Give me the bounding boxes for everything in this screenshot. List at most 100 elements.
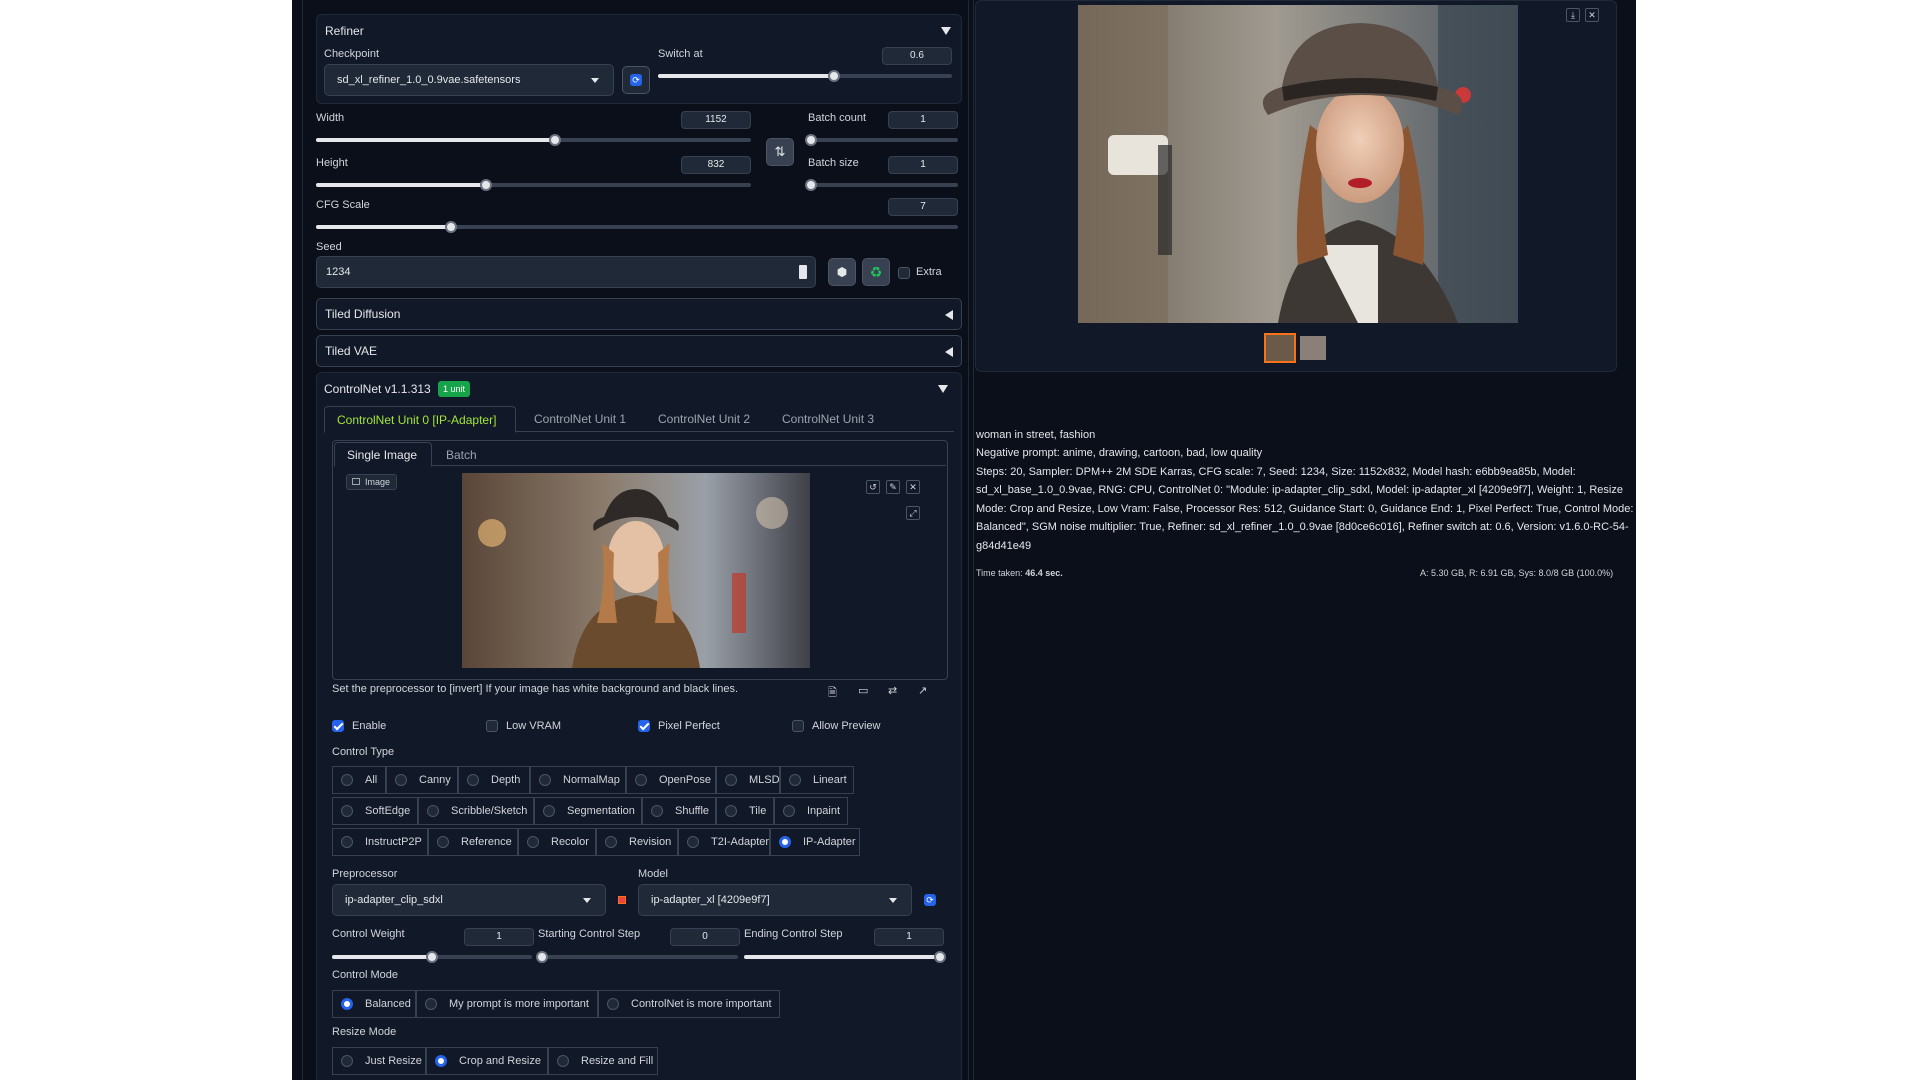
control-type-label: Control Type	[332, 746, 395, 758]
control-mode-group: Balanced My prompt is more important Con…	[332, 990, 780, 1018]
slider-handle[interactable]	[536, 951, 548, 963]
download-icon[interactable]: ⤓	[1566, 8, 1580, 22]
send-dimensions-icon[interactable]: ↗	[918, 684, 927, 697]
checkpoint-label: Checkpoint	[324, 48, 380, 60]
tab-single-image[interactable]: Single Image	[334, 442, 432, 467]
model-label: Model	[638, 868, 668, 880]
extra-seed-checkbox[interactable]	[898, 267, 910, 279]
control-type-inpaint[interactable]: Inpaint	[774, 797, 848, 825]
slider-handle[interactable]	[479, 179, 492, 191]
close-icon[interactable]: ✕	[906, 480, 920, 494]
random-seed-button[interactable]: ⬢	[828, 258, 856, 286]
pixel-perfect-checkbox[interactable]	[638, 720, 650, 732]
control-mode-label: Control Mode	[332, 969, 399, 981]
control-type-depth[interactable]: Depth	[458, 766, 530, 794]
width-input[interactable]: 1152	[681, 111, 751, 129]
slider-handle[interactable]	[805, 134, 817, 146]
slider-handle[interactable]	[426, 951, 438, 963]
control-type-shuffle[interactable]: Shuffle	[642, 797, 716, 825]
control-type-all[interactable]: All	[332, 766, 386, 794]
tiled-vae-accordion[interactable]: Tiled VAE	[316, 335, 962, 367]
control-type-tile[interactable]: Tile	[716, 797, 774, 825]
prompt-text: woman in street, fashion	[976, 429, 1096, 441]
low-vram-checkbox[interactable]	[486, 720, 498, 732]
slider-handle[interactable]	[934, 951, 946, 963]
ending-step-slider[interactable]	[744, 951, 946, 963]
control-type-ip-adapter[interactable]: IP-Adapter	[770, 828, 860, 856]
control-type-t2i-adapter[interactable]: T2I-Adapter	[678, 828, 770, 856]
resize-icon[interactable]: ⤢	[906, 506, 920, 520]
ending-step-input[interactable]: 1	[874, 928, 944, 946]
control-weight-input[interactable]: 1	[464, 928, 534, 946]
width-slider[interactable]	[316, 134, 751, 146]
starting-step-input[interactable]: 0	[670, 928, 740, 946]
seed-input[interactable]: 1234	[316, 256, 816, 288]
spinner-icon[interactable]	[799, 265, 807, 279]
reuse-seed-button[interactable]: ♻	[862, 258, 890, 286]
close-icon[interactable]: ✕	[1585, 8, 1599, 22]
run-preprocessor-icon[interactable]	[618, 896, 626, 904]
batch-size-slider[interactable]	[805, 179, 958, 191]
control-type-normalmap[interactable]: NormalMap	[530, 766, 626, 794]
control-type-mlsd[interactable]: MLSD	[716, 766, 780, 794]
collapse-triangle-icon[interactable]	[938, 385, 948, 393]
refiner-checkpoint-dropdown[interactable]: sd_xl_refiner_1.0_0.9vae.safetensors	[324, 64, 614, 96]
preprocessor-hint: Set the preprocessor to [invert] If your…	[332, 683, 738, 695]
control-type-recolor[interactable]: Recolor	[518, 828, 596, 856]
control-type-revision[interactable]: Revision	[596, 828, 678, 856]
camera-icon[interactable]: ▭	[858, 684, 868, 697]
preprocessor-dropdown[interactable]: ip-adapter_clip_sdxl	[332, 884, 606, 916]
tab-batch[interactable]: Batch	[446, 448, 477, 462]
batch-count-slider[interactable]	[805, 134, 958, 146]
batch-count-input[interactable]: 1	[888, 111, 958, 129]
resize-mode-crop[interactable]: Crop and Resize	[426, 1047, 548, 1075]
resize-mode-fill[interactable]: Resize and Fill	[548, 1047, 658, 1075]
height-input[interactable]: 832	[681, 156, 751, 174]
undo-icon[interactable]: ↺	[866, 480, 880, 494]
tiled-diffusion-accordion[interactable]: Tiled Diffusion	[316, 298, 962, 330]
height-slider[interactable]	[316, 179, 751, 191]
switch-at-input[interactable]: 0.6	[882, 47, 952, 65]
switch-at-slider[interactable]	[658, 70, 952, 82]
thumbnail[interactable]	[1300, 336, 1326, 360]
enable-checkbox[interactable]	[332, 720, 344, 732]
control-mode-controlnet[interactable]: ControlNet is more important	[598, 990, 780, 1018]
output-image[interactable]	[1078, 5, 1518, 323]
control-type-scribble[interactable]: Scribble/Sketch	[418, 797, 534, 825]
slider-handle[interactable]	[805, 179, 817, 191]
controlnet-input-image[interactable]	[462, 473, 810, 668]
tab-controlnet-unit-2[interactable]: ControlNet Unit 2	[658, 412, 750, 426]
batch-size-input[interactable]: 1	[888, 156, 958, 174]
control-type-segmentation[interactable]: Segmentation	[534, 797, 642, 825]
slider-handle[interactable]	[444, 221, 457, 233]
tab-controlnet-unit-0[interactable]: ControlNet Unit 0 [IP-Adapter]	[324, 406, 516, 433]
control-type-openpose[interactable]: OpenPose	[626, 766, 716, 794]
control-type-reference[interactable]: Reference	[428, 828, 518, 856]
control-mode-prompt[interactable]: My prompt is more important	[416, 990, 598, 1018]
model-dropdown[interactable]: ip-adapter_xl [4209e9f7]	[638, 884, 912, 916]
control-type-canny[interactable]: Canny	[386, 766, 458, 794]
tab-controlnet-unit-1[interactable]: ControlNet Unit 1	[534, 412, 626, 426]
refresh-checkpoint-button[interactable]: ⟳	[622, 66, 650, 94]
tiled-vae-title: Tiled VAE	[325, 344, 378, 358]
collapse-triangle-icon[interactable]	[941, 27, 951, 35]
resize-mode-just-resize[interactable]: Just Resize	[332, 1047, 426, 1075]
control-mode-balanced[interactable]: Balanced	[332, 990, 416, 1018]
low-vram-label: Low VRAM	[506, 720, 562, 732]
swap-icon[interactable]: ⇄	[888, 684, 897, 697]
control-type-instructp2p[interactable]: InstructP2P	[332, 828, 428, 856]
cfg-scale-input[interactable]: 7	[888, 198, 958, 216]
tab-controlnet-unit-3[interactable]: ControlNet Unit 3	[782, 412, 874, 426]
control-type-lineart[interactable]: Lineart	[780, 766, 854, 794]
control-weight-slider[interactable]	[332, 951, 532, 963]
swap-dimensions-button[interactable]: ⇅	[766, 138, 794, 166]
draw-icon[interactable]: ✎	[886, 480, 900, 494]
webui-app: Refiner Checkpoint sd_xl_refiner_1.0_0.9…	[292, 0, 1636, 1080]
control-type-softedge[interactable]: SoftEdge	[332, 797, 418, 825]
allow-preview-checkbox[interactable]	[792, 720, 804, 732]
refresh-icon[interactable]: ⟳	[924, 894, 936, 906]
cfg-scale-slider[interactable]	[316, 221, 958, 233]
starting-step-slider[interactable]	[536, 951, 738, 963]
document-icon[interactable]: 🗎	[828, 684, 837, 703]
thumbnail-selected[interactable]	[1264, 333, 1296, 363]
